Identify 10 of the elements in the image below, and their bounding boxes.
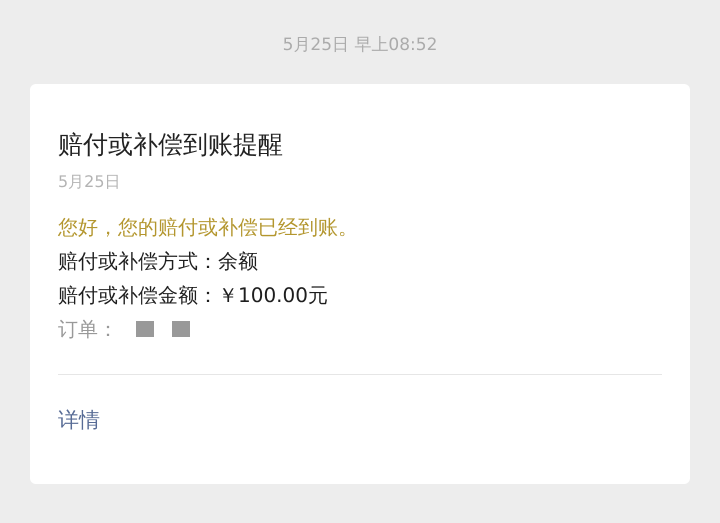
card-date: 5月25日 [58,171,122,193]
detail-line: 赔付或补偿金额：￥100.00元 [58,282,328,309]
details-link[interactable]: 详情 [58,405,100,435]
redaction-mark [136,321,154,337]
detail-line: 赔付或补偿方式：余额 [58,248,258,275]
greeting-text: 您好，您的赔付或补偿已经到账。 [58,214,358,241]
message-time: 5月25日 早上08:52 [282,34,438,57]
redaction-mark [172,321,190,337]
card-title: 赔付或补偿到账提醒 [58,129,284,161]
order-label: 订单： [58,316,118,343]
